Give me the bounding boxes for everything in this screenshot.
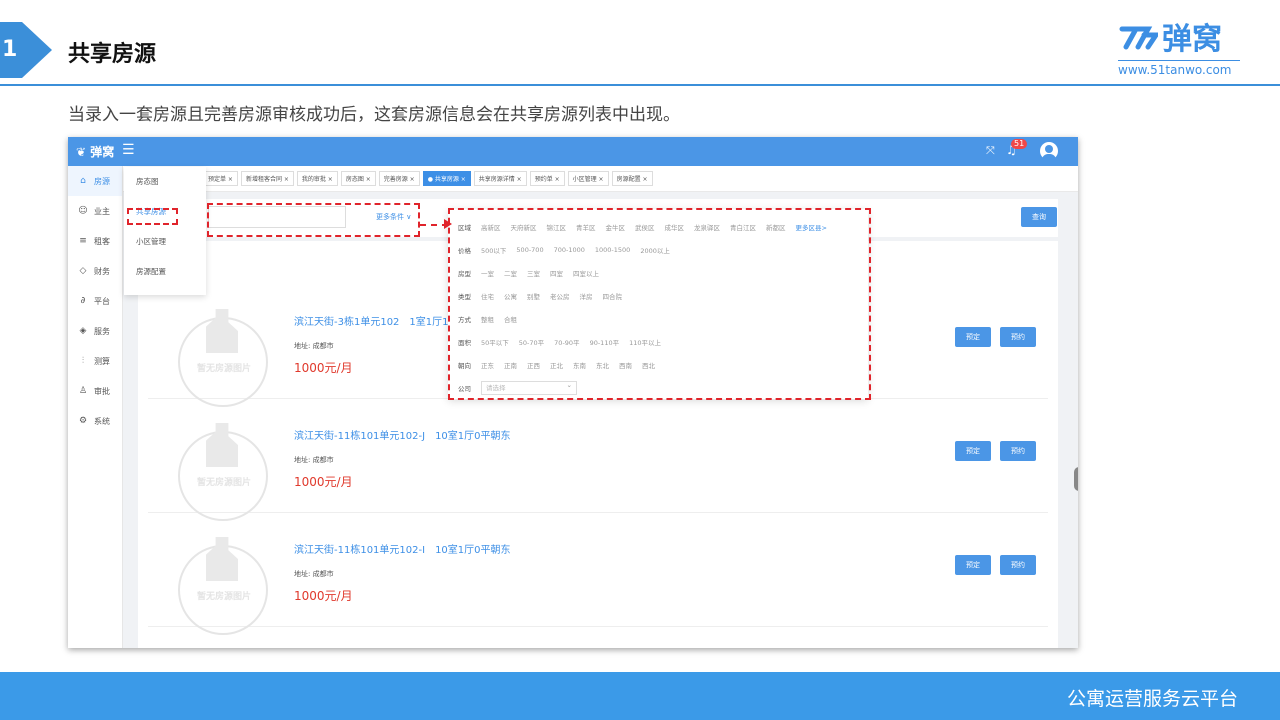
sidebar-item-label: 测算 — [94, 356, 110, 366]
listing-placeholder-image: 暂无房源图片 — [168, 417, 278, 521]
tab-bar: 预定单 × 新增租客合同 × 我的审批 × 房态图 × 完善房源 × ● 共享房… — [123, 166, 1078, 192]
brand-name: 弹窝 — [1162, 22, 1222, 57]
leaf-icon: ∂ — [80, 296, 86, 306]
sidebar-item-calc[interactable]: ⫶ 测算 — [68, 346, 122, 376]
listing-placeholder-image: 暂无房源图片 — [168, 303, 278, 407]
notification-badge: 51 — [1011, 139, 1028, 149]
person-icon: ☺ — [78, 206, 88, 216]
submenu-item-config[interactable]: 房源配置 — [124, 257, 206, 287]
listing-price: 1000元/月 — [294, 361, 353, 375]
brand-block: 弹窝 www.51tanwo.com — [1118, 14, 1240, 77]
brand-logo: 弹窝 — [1118, 14, 1240, 58]
app-topbar: ❦ 弹窝 ☰ ⤧ ♫ 51 — [68, 137, 1078, 166]
tab-appointment[interactable]: 预约单 × — [529, 171, 565, 186]
tab-my-approval[interactable]: 我的审批 × — [296, 171, 338, 186]
highlight-search-area — [207, 203, 420, 237]
listing-title[interactable]: 滨江天街-3栋1单元102 1室1厅10 — [294, 313, 455, 328]
home-icon: ⌂ — [80, 176, 86, 186]
app-logo[interactable]: ❦ 弹窝 — [76, 143, 114, 160]
sidebar-item-label: 业主 — [94, 206, 110, 216]
sidebar-item-label: 服务 — [94, 326, 110, 336]
tab-complete-listing[interactable]: 完善房源 × — [378, 171, 420, 186]
sidebar-item-system[interactable]: ⚙ 系统 — [68, 406, 122, 436]
appointment-button[interactable]: 预约 — [1000, 555, 1036, 575]
diamond-icon: ◇ — [79, 266, 87, 276]
calc-icon: ⫶ — [81, 356, 85, 366]
slide-footer: 公寓运营服务云平台 — [0, 672, 1280, 720]
database-icon: ≡ — [79, 236, 87, 246]
sidebar-item-service[interactable]: ◈ 服务 — [68, 316, 122, 346]
sidebar-item-label: 财务 — [94, 266, 110, 276]
fullscreen-icon[interactable]: ⤧ — [986, 144, 995, 158]
query-button[interactable]: 查询 — [1021, 207, 1057, 227]
list-item: 暂无房源图片 滨江天街-11栋101单元102-I 10室1厅0平朝东 地址: … — [148, 513, 1048, 635]
sidebar-item-finance[interactable]: ◇ 财务 — [68, 256, 122, 286]
listing-title[interactable]: 滨江天街-11栋101单元102-J 10室1厅0平朝东 — [294, 427, 511, 442]
tab-room-map[interactable]: 房态图 × — [340, 171, 376, 186]
app-sidebar: ⌂ 房源 ☺ 业主 ≡ 租客 ◇ 财务 ∂ 平台 ◈ 服务 ⫶ 测算 ♙ 审批 ⚙ 系统 — [68, 166, 123, 648]
listing-price: 1000元/月 — [294, 589, 353, 603]
user-check-icon: ♙ — [78, 386, 88, 396]
listings-submenu: 房态图 共享房源 小区管理 房源配置 — [124, 167, 206, 295]
sidebar-item-approval[interactable]: ♙ 审批 — [68, 376, 122, 406]
brand-mark-icon — [1119, 26, 1158, 50]
sidebar-item-listings[interactable]: ⌂ 房源 — [68, 166, 122, 196]
slide-number: 1 — [2, 37, 18, 62]
slide-description: 当录入一套房源且完善房源审核成功后，这套房源信息会在共享房源列表中出现。 — [68, 105, 680, 125]
submenu-item-room-map[interactable]: 房态图 — [124, 167, 206, 197]
sidebar-item-tenants[interactable]: ≡ 租客 — [68, 226, 122, 256]
list-item: 暂无房源图片 滨江天街-11栋101单元102-J 10室1厅0平朝东 地址: … — [148, 399, 1048, 521]
listing-address: 地址: 成都市 — [294, 342, 334, 350]
listing-price: 1000元/月 — [294, 475, 353, 489]
no-image-text: 暂无房源图片 — [196, 478, 251, 488]
app-logo-text: 弹窝 — [90, 145, 115, 159]
reserve-button[interactable]: 预定 — [955, 555, 991, 575]
slide-title: 共享房源 — [68, 42, 157, 67]
highlight-submenu-shared — [127, 208, 178, 225]
appointment-button[interactable]: 预约 — [1000, 441, 1036, 461]
title-divider — [0, 84, 1280, 86]
listing-placeholder-image: 暂无房源图片 — [168, 531, 278, 635]
reserve-button[interactable]: 预定 — [955, 327, 991, 347]
tag-icon: ◈ — [79, 326, 87, 336]
gear-icon: ⚙ — [78, 416, 88, 426]
sidebar-item-label: 系统 — [94, 416, 110, 426]
submenu-item-community[interactable]: 小区管理 — [124, 227, 206, 257]
footer-text: 公寓运营服务云平台 — [1066, 688, 1238, 710]
sidebar-item-platform[interactable]: ∂ 平台 — [68, 286, 122, 316]
tab-community[interactable]: 小区管理 × — [567, 171, 609, 186]
no-image-text: 暂无房源图片 — [196, 364, 251, 374]
arrow-head-icon — [444, 219, 452, 229]
tab-shared-listings[interactable]: ● 共享房源 × — [422, 171, 471, 186]
scroll-handle[interactable] — [1074, 467, 1078, 491]
menu-toggle-icon[interactable]: ☰ — [122, 142, 135, 158]
highlight-filter-panel — [448, 208, 871, 400]
tab-new-contract[interactable]: 新增租客合同 × — [240, 171, 294, 186]
slide-number-marker: 1 — [0, 22, 52, 78]
tab-shared-detail[interactable]: 共享房源详情 × — [473, 171, 527, 186]
no-image-text: 暂无房源图片 — [196, 592, 251, 602]
avatar[interactable] — [1040, 142, 1058, 160]
listing-address: 地址: 成都市 — [294, 570, 334, 578]
tab-reservation[interactable]: 预定单 × — [203, 171, 238, 186]
listing-address: 地址: 成都市 — [294, 456, 334, 464]
reserve-button[interactable]: 预定 — [955, 441, 991, 461]
listing-title[interactable]: 滨江天街-11栋101单元102-I 10室1厅0平朝东 — [294, 541, 511, 556]
sidebar-item-label: 平台 — [94, 296, 110, 306]
tab-listing-config[interactable]: 房源配置 × — [611, 171, 653, 186]
sidebar-item-label: 房源 — [94, 176, 110, 186]
appointment-button[interactable]: 预约 — [1000, 327, 1036, 347]
sidebar-item-owners[interactable]: ☺ 业主 — [68, 196, 122, 226]
sidebar-item-label: 租客 — [94, 236, 110, 246]
brand-url: www.51tanwo.com — [1118, 60, 1240, 77]
sidebar-item-label: 审批 — [94, 386, 110, 396]
